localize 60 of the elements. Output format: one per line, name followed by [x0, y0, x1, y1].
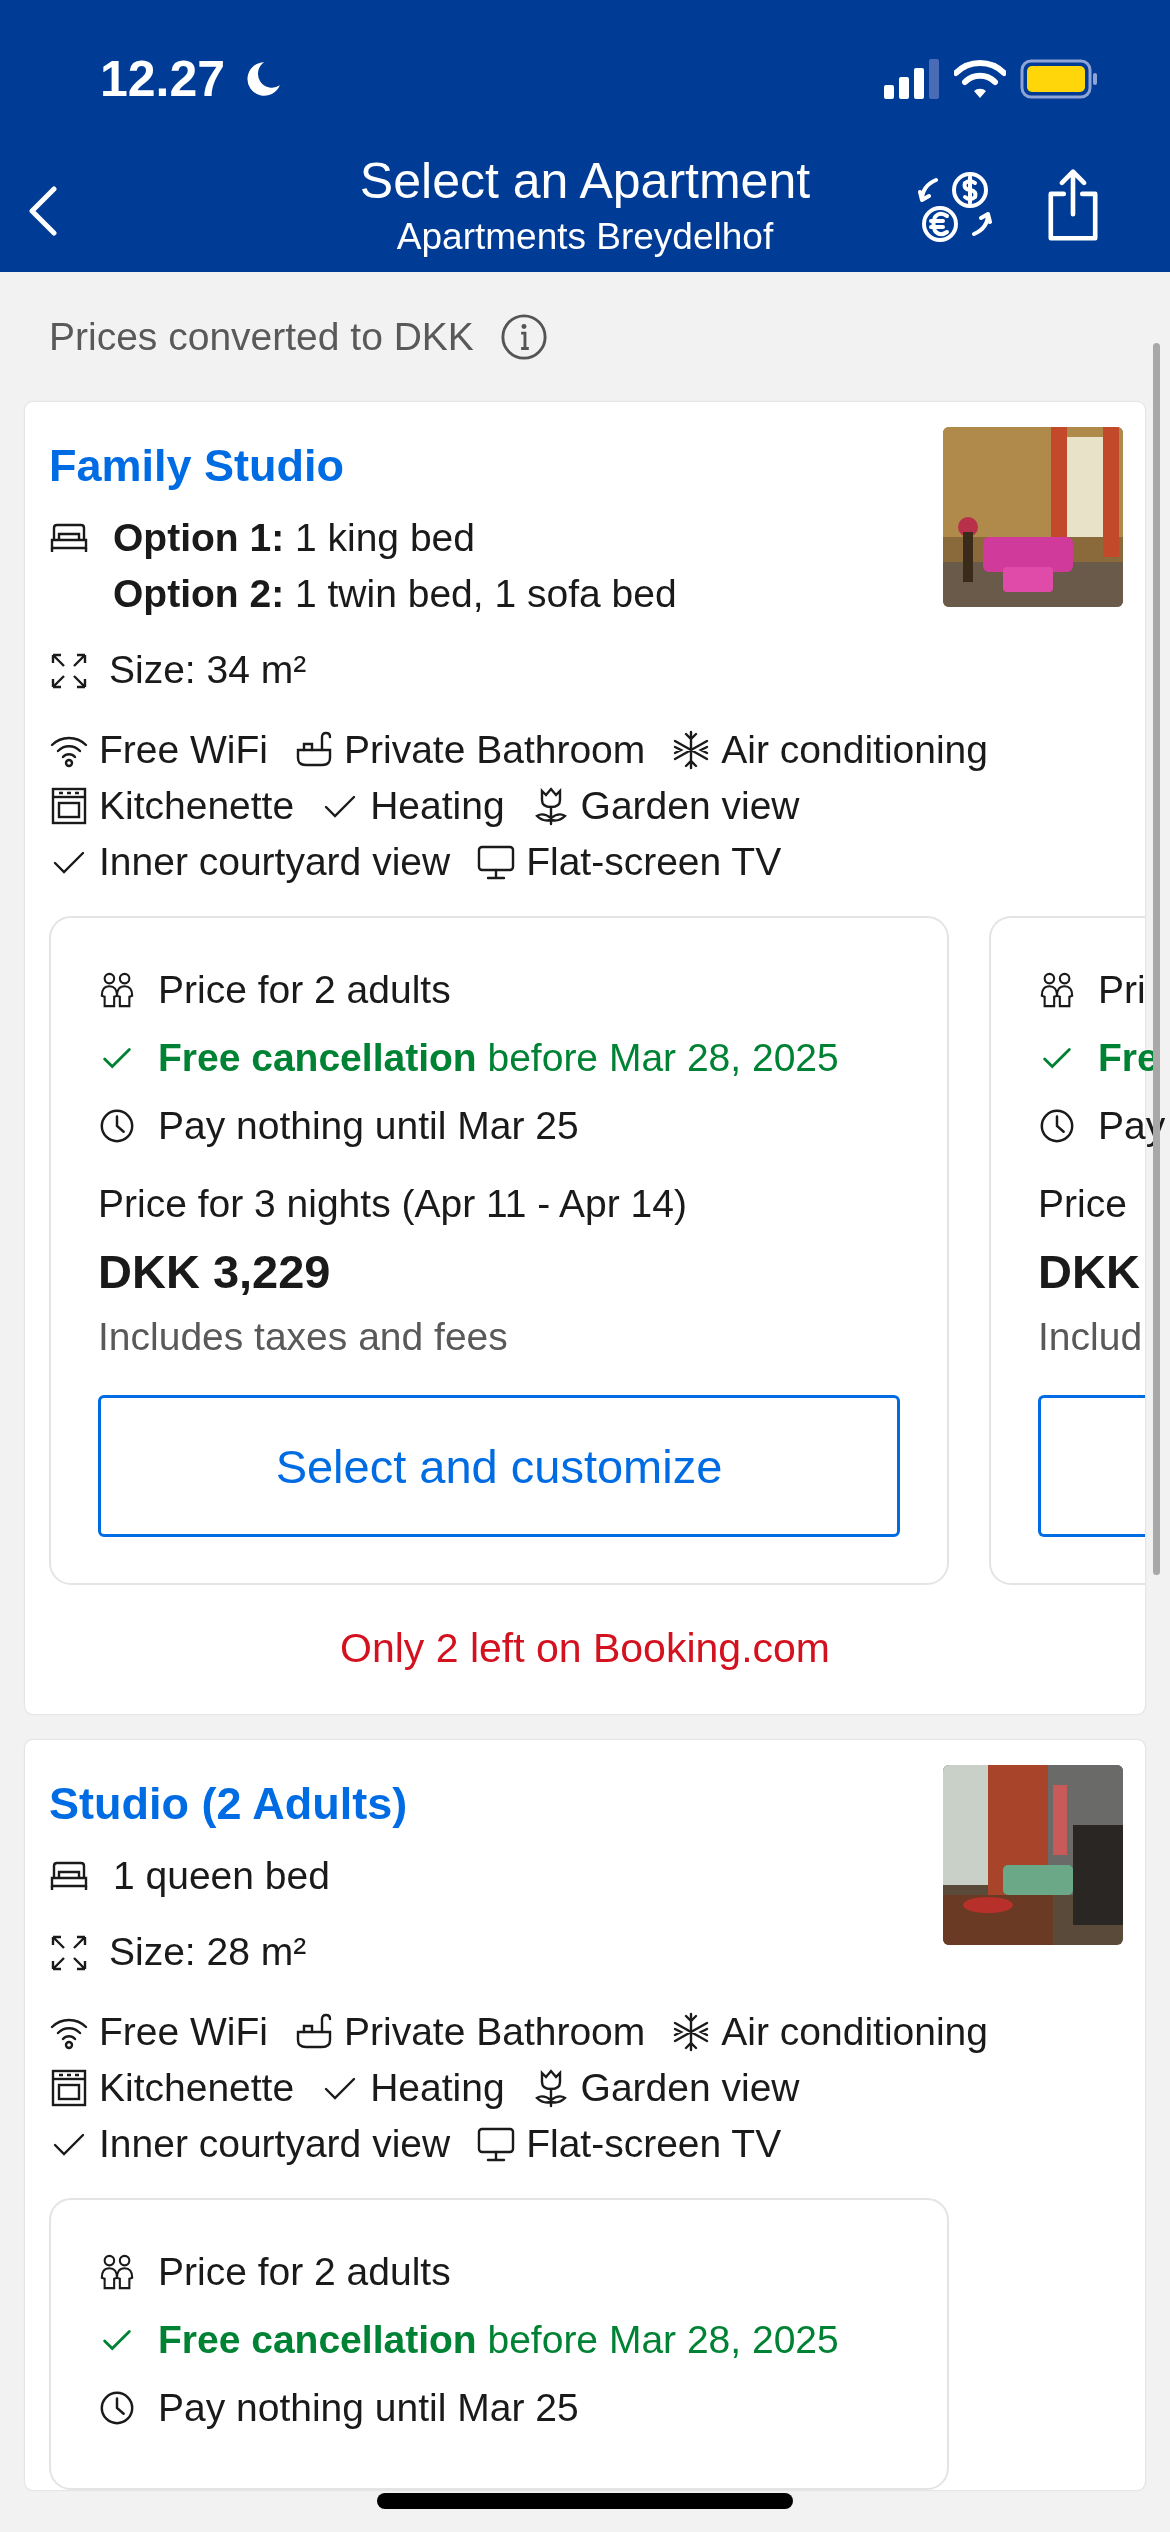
stay-duration: Price: [1038, 1182, 1128, 1226]
amenity-label: Flat-screen TV: [526, 2122, 782, 2166]
amenity-label: Inner courtyard view: [99, 2122, 451, 2166]
amenity-label: Flat-screen TV: [526, 840, 782, 884]
amenity-label: Garden view: [580, 2066, 800, 2110]
battery-icon: [1020, 59, 1100, 99]
signal-icon: [884, 59, 940, 99]
wifi-icon: [954, 59, 1006, 99]
amenity-label: Free WiFi: [99, 728, 268, 772]
total-price: DKK: [1038, 1244, 1141, 1299]
status-time: 12.27: [100, 50, 226, 108]
share-icon[interactable]: [1045, 168, 1101, 242]
bed-option: Option 2: 1 twin bed, 1 sofa bed: [113, 572, 677, 616]
amenity-label: Air conditioning: [721, 2010, 988, 2054]
select-button[interactable]: Select and customize: [98, 1395, 900, 1537]
clock-icon: [98, 2389, 136, 2427]
payment-terms: Pay nothing until Mar 25: [158, 2386, 579, 2430]
bed-option: 1 queen bed: [113, 1854, 330, 1898]
expand-icon: [49, 651, 89, 691]
amenity-label: Free WiFi: [99, 2010, 268, 2054]
clock-icon: [98, 1107, 136, 1145]
select-button[interactable]: [1038, 1395, 1145, 1537]
currency-notice: Prices converted to DKK: [49, 315, 474, 359]
amenity-label: Private Bathroom: [344, 728, 646, 772]
back-icon[interactable]: [28, 186, 58, 236]
cancellation-policy: Free cancellation before Mar 28, 2025: [158, 2318, 839, 2362]
amenity-label: Inner courtyard view: [99, 840, 451, 884]
payment-terms: Pay nothing until Mar 25: [158, 1104, 579, 1148]
people-icon: [1038, 971, 1076, 1009]
page-subtitle: Apartments Breydelhof: [396, 216, 774, 258]
stay-duration: Price for 3 nights (Apr 11 - Apr 14): [98, 1182, 688, 1226]
amenity-label: Heating: [370, 784, 505, 828]
amenity-label: Kitchenette: [99, 784, 295, 828]
room-size: Size: 34 m²: [109, 648, 307, 692]
amenity-label: Air conditioning: [721, 728, 988, 772]
amenity-label: Private Bathroom: [344, 2010, 646, 2054]
people-icon: [98, 971, 136, 1009]
occupancy-text: Price for 2 adults: [158, 2250, 451, 2294]
amenity-label: Kitchenette: [99, 2066, 295, 2110]
oven-icon: [49, 2068, 89, 2108]
room-name[interactable]: Studio (2 Adults): [49, 1778, 408, 1830]
occupancy-text: Pri: [1098, 968, 1146, 1012]
expand-icon: [49, 1933, 89, 1973]
amenity-label: Heating: [370, 2066, 505, 2110]
amenity-label: Garden view: [580, 784, 800, 828]
page-title: Select an Apartment: [359, 152, 811, 210]
taxes-note: Includes taxes and fees: [98, 1315, 509, 1359]
room-size: Size: 28 m²: [109, 1930, 307, 1974]
room-name[interactable]: Family Studio: [49, 440, 677, 492]
occupancy-text: Price for 2 adults: [158, 968, 451, 1012]
cancellation-policy: Free cancellation before Mar 28, 2025: [158, 1036, 839, 1080]
oven-icon: [49, 786, 89, 826]
bed-option: Option 1: 1 king bed: [113, 516, 677, 560]
people-icon: [98, 2253, 136, 2291]
clock-icon: [1038, 1107, 1076, 1145]
info-icon[interactable]: [499, 313, 548, 361]
taxes-note: Includ: [1038, 1315, 1144, 1359]
total-price: DKK 3,229: [98, 1244, 332, 1299]
currency-exchange-icon[interactable]: [918, 170, 992, 244]
availability-warning: Only 2 left on Booking.com: [339, 1624, 831, 1673]
